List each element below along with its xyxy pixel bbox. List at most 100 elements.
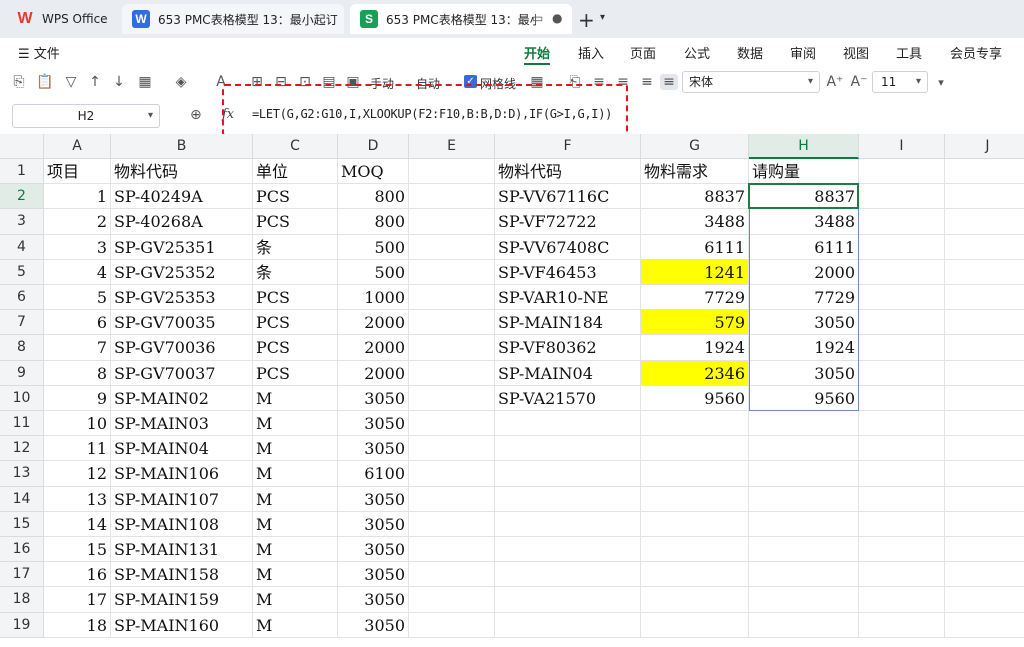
cell-I15[interactable] bbox=[859, 511, 945, 537]
cell-D4[interactable]: 500 bbox=[338, 234, 409, 260]
cell-I17[interactable] bbox=[859, 562, 945, 588]
align-right-icon[interactable]: ≡ bbox=[638, 74, 656, 90]
cell-J16[interactable] bbox=[945, 537, 1024, 563]
cell-A4[interactable]: 3 bbox=[44, 234, 111, 260]
select-all-corner[interactable] bbox=[0, 134, 44, 159]
cell-F2[interactable]: SP-VV67116C bbox=[495, 184, 641, 210]
cell-A17[interactable]: 16 bbox=[44, 562, 111, 588]
cell-F8[interactable]: SP-VF80362 bbox=[495, 335, 641, 361]
cell-F10[interactable]: SP-VA21570 bbox=[495, 385, 641, 411]
cell-G1[interactable]: 物料需求 bbox=[641, 159, 749, 185]
gridlines-checkbox[interactable]: ✓ bbox=[464, 75, 477, 88]
cell-B10[interactable]: SP-MAIN02 bbox=[111, 385, 253, 411]
menu-member[interactable]: 会员专享 bbox=[950, 43, 1002, 62]
cell-F14[interactable] bbox=[495, 486, 641, 512]
row-col-icon[interactable]: ⊟ bbox=[272, 74, 290, 90]
cell-B7[interactable]: SP-GV70035 bbox=[111, 310, 253, 336]
cell-B6[interactable]: SP-GV25353 bbox=[111, 285, 253, 311]
cell-I8[interactable] bbox=[859, 335, 945, 361]
cell-F9[interactable]: SP-MAIN04 bbox=[495, 360, 641, 386]
unsaved-dot-icon[interactable]: ● bbox=[552, 11, 562, 25]
cell-G16[interactable] bbox=[641, 537, 749, 563]
cell-A11[interactable]: 10 bbox=[44, 411, 111, 437]
cell-H3[interactable]: 3488 bbox=[749, 209, 859, 235]
cell-B14[interactable]: SP-MAIN107 bbox=[111, 486, 253, 512]
cell-I2[interactable] bbox=[859, 184, 945, 210]
decrease-font-icon[interactable]: A⁻ bbox=[850, 74, 868, 90]
cell-B5[interactable]: SP-GV25352 bbox=[111, 259, 253, 285]
cell-E4[interactable] bbox=[409, 234, 495, 260]
align-left-icon[interactable]: ≡ bbox=[590, 74, 608, 90]
cell-A13[interactable]: 12 bbox=[44, 461, 111, 487]
cell-D5[interactable]: 500 bbox=[338, 259, 409, 285]
paste-icon[interactable]: 📋 bbox=[36, 74, 54, 90]
cell-J5[interactable] bbox=[945, 260, 1024, 285]
cell-A12[interactable]: 11 bbox=[44, 436, 111, 462]
cell-A18[interactable]: 17 bbox=[44, 587, 111, 613]
cell-E3[interactable] bbox=[409, 209, 495, 235]
cell-J18[interactable] bbox=[945, 587, 1024, 613]
cell-I10[interactable] bbox=[859, 385, 945, 411]
cell-C19[interactable]: M bbox=[253, 612, 338, 638]
menu-home[interactable]: 开始 bbox=[524, 43, 550, 62]
cell-J19[interactable] bbox=[945, 613, 1024, 638]
cell-F17[interactable] bbox=[495, 562, 641, 588]
cell-B3[interactable]: SP-40268A bbox=[111, 209, 253, 235]
menu-data[interactable]: 数据 bbox=[737, 43, 763, 62]
cell-D8[interactable]: 2000 bbox=[338, 335, 409, 361]
cell-B18[interactable]: SP-MAIN159 bbox=[111, 587, 253, 613]
cell-G9[interactable]: 2346 bbox=[641, 360, 749, 386]
cell-J3[interactable] bbox=[945, 209, 1024, 235]
table-style-icon[interactable]: ▤ bbox=[320, 74, 338, 90]
cell-D7[interactable]: 2000 bbox=[338, 310, 409, 336]
cell-format-icon[interactable]: ▦ bbox=[528, 74, 546, 90]
cell-F7[interactable]: SP-MAIN184 bbox=[495, 310, 641, 336]
cell-A1[interactable]: 项目 bbox=[44, 159, 111, 185]
justify-icon[interactable]: ≡ bbox=[660, 74, 678, 90]
cell-H19[interactable] bbox=[749, 612, 859, 638]
cell-I4[interactable] bbox=[859, 234, 945, 260]
filter-icon[interactable]: ▽ bbox=[62, 74, 80, 90]
cell-D16[interactable]: 3050 bbox=[338, 537, 409, 563]
cell-B17[interactable]: SP-MAIN158 bbox=[111, 562, 253, 588]
cell-A14[interactable]: 13 bbox=[44, 486, 111, 512]
cell-A2[interactable]: 1 bbox=[44, 184, 111, 210]
cell-D2[interactable]: 800 bbox=[338, 184, 409, 210]
cell-C1[interactable]: 单位 bbox=[253, 159, 338, 185]
cell-I12[interactable] bbox=[859, 436, 945, 462]
cell-B19[interactable]: SP-MAIN160 bbox=[111, 612, 253, 638]
cell-D14[interactable]: 3050 bbox=[338, 486, 409, 512]
spreadsheet-grid[interactable]: A B C D E F G H I J 1 项目 物料代码 单位 MOQ 物料代码 物料需求 请购量 2 1 SP-40… bbox=[0, 134, 1024, 647]
cell-D6[interactable]: 1000 bbox=[338, 285, 409, 311]
menu-view[interactable]: 视图 bbox=[843, 43, 869, 62]
row-header-19[interactable]: 19 bbox=[0, 612, 44, 638]
wrap-icon[interactable]: ⎗ bbox=[566, 74, 584, 90]
cell-F5[interactable]: SP-VF46453 bbox=[495, 259, 641, 285]
cell-E11[interactable] bbox=[409, 411, 495, 437]
row-header-12[interactable]: 12 bbox=[0, 436, 44, 462]
cell-C12[interactable]: M bbox=[253, 436, 338, 462]
cell-F4[interactable]: SP-VV67408C bbox=[495, 234, 641, 260]
cell-D11[interactable]: 3050 bbox=[338, 411, 409, 437]
cell-H8[interactable]: 1924 bbox=[749, 335, 859, 361]
cell-G17[interactable] bbox=[641, 562, 749, 588]
column-header-H[interactable]: H bbox=[749, 134, 859, 159]
cell-H5[interactable]: 2000 bbox=[749, 259, 859, 285]
cell-D17[interactable]: 3050 bbox=[338, 562, 409, 588]
chevron-down-icon[interactable]: ▾ bbox=[600, 12, 605, 23]
cell-G7[interactable]: 579 bbox=[641, 310, 749, 336]
more-chevron-icon[interactable]: ▾ bbox=[932, 76, 950, 89]
cell-J2[interactable] bbox=[945, 184, 1024, 210]
menu-review[interactable]: 审阅 bbox=[790, 43, 816, 62]
cell-D10[interactable]: 3050 bbox=[338, 385, 409, 411]
cell-J7[interactable] bbox=[945, 310, 1024, 336]
column-header-J[interactable]: J bbox=[945, 134, 1024, 159]
cell-G8[interactable]: 1924 bbox=[641, 335, 749, 361]
cell-G15[interactable] bbox=[641, 511, 749, 537]
cell-B15[interactable]: SP-MAIN108 bbox=[111, 511, 253, 537]
cell-H10[interactable]: 9560 bbox=[749, 385, 859, 411]
row-header-13[interactable]: 13 bbox=[0, 461, 44, 487]
cell-C2[interactable]: PCS bbox=[253, 184, 338, 210]
cell-I14[interactable] bbox=[859, 486, 945, 512]
fill-color-icon[interactable]: ◈ bbox=[172, 74, 190, 90]
